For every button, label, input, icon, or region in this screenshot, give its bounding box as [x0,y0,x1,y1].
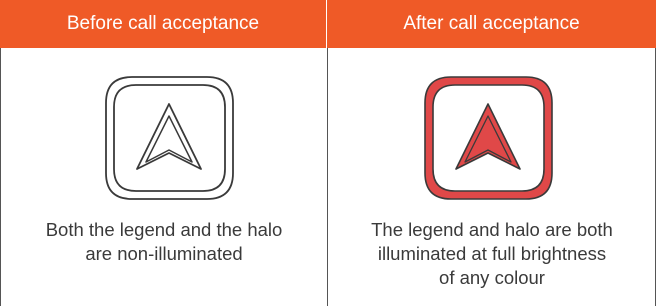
after-caption-line-2: illuminated at full brightness [377,243,607,264]
after-header: After call acceptance [327,0,656,48]
before-caption: Both the legend and the halo are non-ill… [16,218,312,266]
header-row: Before call acceptance After call accept… [0,0,656,48]
before-header: Before call acceptance [0,0,327,48]
non-illuminated-arrow-button-icon [105,76,234,200]
after-caption: The legend and halo are both illuminated… [336,218,648,290]
illuminated-legend-arrow [455,103,521,170]
center-divider [327,48,328,306]
halo-inner-outline [113,84,226,192]
before-caption-line-2: are non-illuminated [85,243,243,264]
illuminated-arrow-button-icon [424,76,553,200]
after-caption-line-3: of any colour [439,267,545,288]
left-border [0,48,1,306]
before-caption-line-1: Both the legend and the halo [45,219,283,240]
comparison-diagram: Before call acceptance After call accept… [0,0,656,306]
legend-arrow-inner [145,115,193,163]
after-caption-line-1: The legend and halo are both [371,219,613,240]
halo-outer-outline [105,76,234,200]
